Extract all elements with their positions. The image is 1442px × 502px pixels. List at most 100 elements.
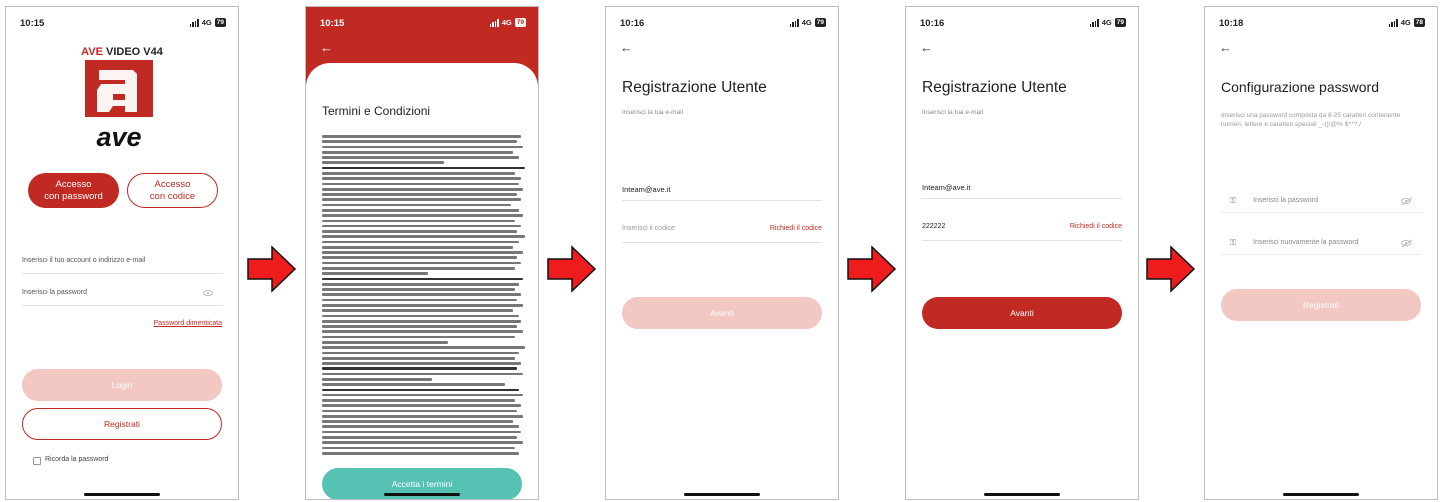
flow-arrow-icon: [547, 245, 597, 293]
terms-text-line: [322, 177, 521, 180]
email-input-underline: [622, 200, 822, 201]
logo-text: ave: [96, 122, 141, 152]
signal-icon: [489, 18, 499, 27]
terms-text-block: [322, 135, 525, 457]
register-button[interactable]: Registrati: [22, 408, 222, 440]
forgot-password-link[interactable]: Password dimenticata: [154, 320, 222, 327]
password-rules-text: Inserisci una password composta da 8-25 …: [1221, 112, 1401, 128]
terms-text-line: [322, 351, 519, 355]
status-time: 10:15: [320, 18, 345, 29]
terms-text-line: [322, 187, 523, 191]
terms-text-line: [322, 140, 517, 143]
back-arrow-icon[interactable]: ←: [320, 41, 333, 54]
terms-text-line: [322, 414, 523, 418]
password-input[interactable]: Inserisci la password: [22, 289, 87, 296]
code-input-underline: [922, 240, 1122, 241]
status-bar: 10:15 4G 79: [6, 7, 238, 33]
account-input-underline: [22, 273, 222, 274]
remember-password-checkbox[interactable]: [33, 457, 41, 465]
terms-text-line: [322, 208, 519, 212]
terms-text-line: [322, 156, 519, 159]
home-indicator: [684, 492, 760, 496]
password-placeholder: Inserisci la password: [1253, 197, 1318, 204]
terms-text-line: [322, 150, 513, 154]
terms-text-line: [322, 198, 521, 202]
status-bar: 10:16 4G 79: [606, 7, 838, 33]
terms-text-line: [322, 182, 519, 186]
remember-password-label: Ricorda la password: [45, 456, 109, 463]
show-password-icon[interactable]: [203, 290, 213, 296]
page-title: Registrazione Utente: [622, 79, 767, 96]
login-with-code-toggle[interactable]: Accesso con codice: [127, 173, 218, 208]
terms-text-line: [322, 288, 515, 291]
next-button[interactable]: Avanti: [622, 297, 822, 329]
terms-text-line: [322, 346, 525, 349]
password-input-underline: [22, 305, 222, 306]
terms-text-line: [322, 430, 521, 434]
network-label: 4G: [1101, 18, 1112, 27]
hide-password-icon[interactable]: [1401, 198, 1411, 204]
confirm-password-placeholder: Inserisci nuovamente la password: [1253, 239, 1359, 246]
register-button[interactable]: Registrati: [1221, 289, 1421, 321]
confirm-password-input[interactable]: ⚿ Inserisci nuovamente la password: [1221, 231, 1421, 255]
home-indicator: [384, 492, 460, 496]
home-indicator: [1283, 492, 1359, 496]
flow-arrow-icon: [1146, 245, 1196, 293]
terms-text-line: [322, 377, 432, 381]
terms-text-line: [322, 261, 521, 265]
app-brand-title: AVE VIDEO V44: [81, 46, 163, 58]
page-title: Termini e Condizioni: [322, 104, 431, 118]
terms-text-line: [322, 230, 517, 233]
code-input[interactable]: Inserisci il codice: [622, 225, 675, 232]
back-arrow-icon[interactable]: ←: [1219, 41, 1232, 54]
terms-text-line: [322, 309, 513, 312]
code-input-underline: [622, 242, 822, 243]
terms-text-line: [322, 256, 517, 260]
status-bar: 10:16 4G 79: [906, 7, 1138, 33]
back-arrow-icon[interactable]: ←: [920, 41, 933, 54]
terms-text-line: [322, 298, 517, 302]
next-button[interactable]: Avanti: [922, 297, 1122, 329]
code-input[interactable]: 222222: [922, 223, 945, 230]
terms-text-line: [322, 325, 517, 328]
terms-text-line: [322, 293, 521, 297]
hide-password-icon[interactable]: [1401, 240, 1411, 246]
terms-text-line: [322, 330, 523, 334]
request-code-link[interactable]: Richiedi il codice: [770, 225, 822, 232]
request-code-link[interactable]: Richiedi il codice: [1070, 223, 1122, 230]
flow-arrow-icon: [247, 245, 297, 293]
login-button[interactable]: Login: [22, 369, 222, 401]
terms-text-line: [322, 446, 515, 450]
network-label: 4G: [201, 18, 212, 27]
battery-icon: 79: [1114, 18, 1126, 27]
page-title: Registrazione Utente: [922, 79, 1067, 96]
battery-icon: 79: [814, 18, 826, 27]
terms-text-line: [322, 441, 523, 444]
status-bar: 10:15 4G 79: [306, 7, 538, 33]
terms-text-line: [322, 319, 521, 323]
terms-text-line: [322, 304, 523, 307]
terms-text-line: [322, 388, 519, 392]
terms-text-line: [322, 420, 513, 423]
login-with-password-toggle[interactable]: Accesso con password: [28, 173, 119, 208]
status-time: 10:15: [20, 18, 45, 29]
account-input[interactable]: Inserisci il tuo account o indirizzo e-m…: [22, 257, 145, 264]
terms-text-line: [322, 314, 519, 318]
terms-text-line: [322, 282, 519, 286]
terms-text-line: [322, 399, 515, 402]
terms-text-line: [322, 245, 513, 249]
home-indicator: [84, 492, 160, 496]
ave-logo: ave: [85, 60, 153, 152]
email-label: Inserisci la tua e-mail: [622, 109, 684, 116]
terms-text-line: [322, 335, 515, 339]
back-arrow-icon[interactable]: ←: [620, 41, 633, 54]
screen-registration-filled: 10:16 4G 79 ← Registrazione Utente Inser…: [905, 6, 1139, 500]
terms-text-line: [322, 219, 515, 223]
email-input[interactable]: Inteam@ave.it: [622, 185, 670, 194]
email-input[interactable]: Inteam@ave.it: [922, 183, 970, 192]
signal-icon: [1388, 18, 1398, 27]
home-indicator: [984, 492, 1060, 496]
signal-icon: [789, 18, 799, 27]
flow-arrow-icon: [847, 245, 897, 293]
password-input[interactable]: ⚿ Inserisci la password: [1221, 189, 1421, 213]
